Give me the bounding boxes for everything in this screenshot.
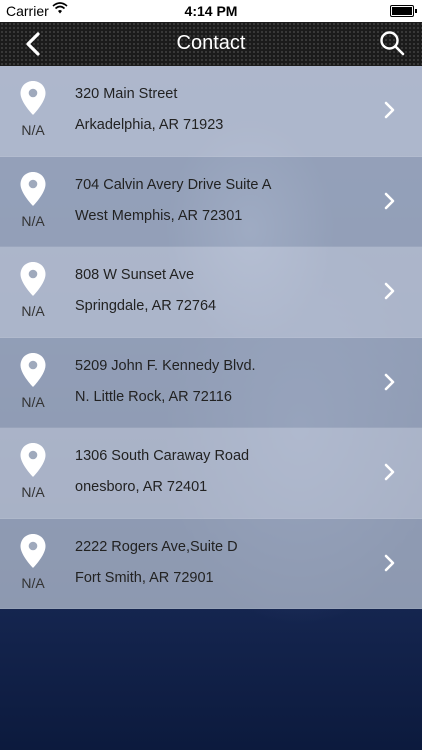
- address-line1: 704 Calvin Avery Drive Suite A: [75, 176, 272, 193]
- location-row[interactable]: N/A 1306 South Caraway Road onesboro, AR…: [0, 428, 422, 519]
- location-row[interactable]: N/A 704 Calvin Avery Drive Suite A West …: [0, 156, 422, 247]
- chevron-right-icon: [384, 554, 395, 571]
- location-row[interactable]: N/A 2222 Rogers Ave,Suite D Fort Smith, …: [0, 518, 422, 609]
- address-line1: 808 W Sunset Ave: [75, 267, 195, 283]
- address-line2: N. Little Rock, AR 72116: [75, 388, 232, 405]
- search-button[interactable]: [378, 29, 406, 57]
- map-pin-icon: [20, 81, 46, 115]
- chevron-right-icon: [384, 373, 395, 390]
- distance-label: N/A: [21, 212, 45, 229]
- map-pin-icon: [20, 171, 46, 206]
- map-pin-icon: [20, 352, 46, 387]
- map-pin-icon: [20, 443, 46, 477]
- address-line2: Arkadelphia, AR 71923: [75, 117, 224, 133]
- search-icon: [380, 31, 405, 56]
- status-bar: Carrier 4:14 PM: [0, 0, 422, 22]
- address-line1: 1306 South Caraway Road: [75, 448, 250, 464]
- address-line2: West Memphis, AR 72301: [75, 207, 243, 224]
- distance-label: N/A: [21, 574, 45, 591]
- chevron-right-icon: [384, 101, 395, 119]
- location-list: N/A 320 Main Street Arkadelphia, AR 7192…: [0, 66, 422, 609]
- address-line2: Springdale, AR 72764: [75, 298, 217, 314]
- map-pin-icon: [20, 533, 46, 568]
- chevron-right-icon: [384, 192, 395, 209]
- map-pin-icon: [20, 262, 46, 296]
- address-line2: onesboro, AR 72401: [75, 479, 208, 495]
- address-line2: Fort Smith, AR 72901: [75, 569, 214, 586]
- battery-icon: [390, 5, 417, 17]
- location-row[interactable]: N/A 808 W Sunset Ave Springdale, AR 7276…: [0, 247, 422, 338]
- chevron-right-icon: [384, 282, 395, 300]
- distance-label: N/A: [21, 484, 45, 500]
- address-line1: 5209 John F. Kennedy Blvd.: [75, 357, 256, 374]
- address-line1: 2222 Rogers Ave,Suite D: [75, 538, 238, 555]
- address-line1: 320 Main Street: [75, 86, 178, 102]
- chevron-right-icon: [384, 463, 395, 481]
- distance-label: N/A: [21, 393, 45, 410]
- navigation-bar: Contact: [0, 22, 422, 66]
- distance-label: N/A: [21, 122, 45, 138]
- status-time: 4:14 PM: [184, 3, 238, 19]
- location-row[interactable]: N/A 5209 John F. Kennedy Blvd. N. Little…: [0, 337, 422, 428]
- location-row[interactable]: N/A 320 Main Street Arkadelphia, AR 7192…: [0, 66, 422, 157]
- distance-label: N/A: [21, 303, 45, 319]
- page-title: Contact: [176, 32, 246, 54]
